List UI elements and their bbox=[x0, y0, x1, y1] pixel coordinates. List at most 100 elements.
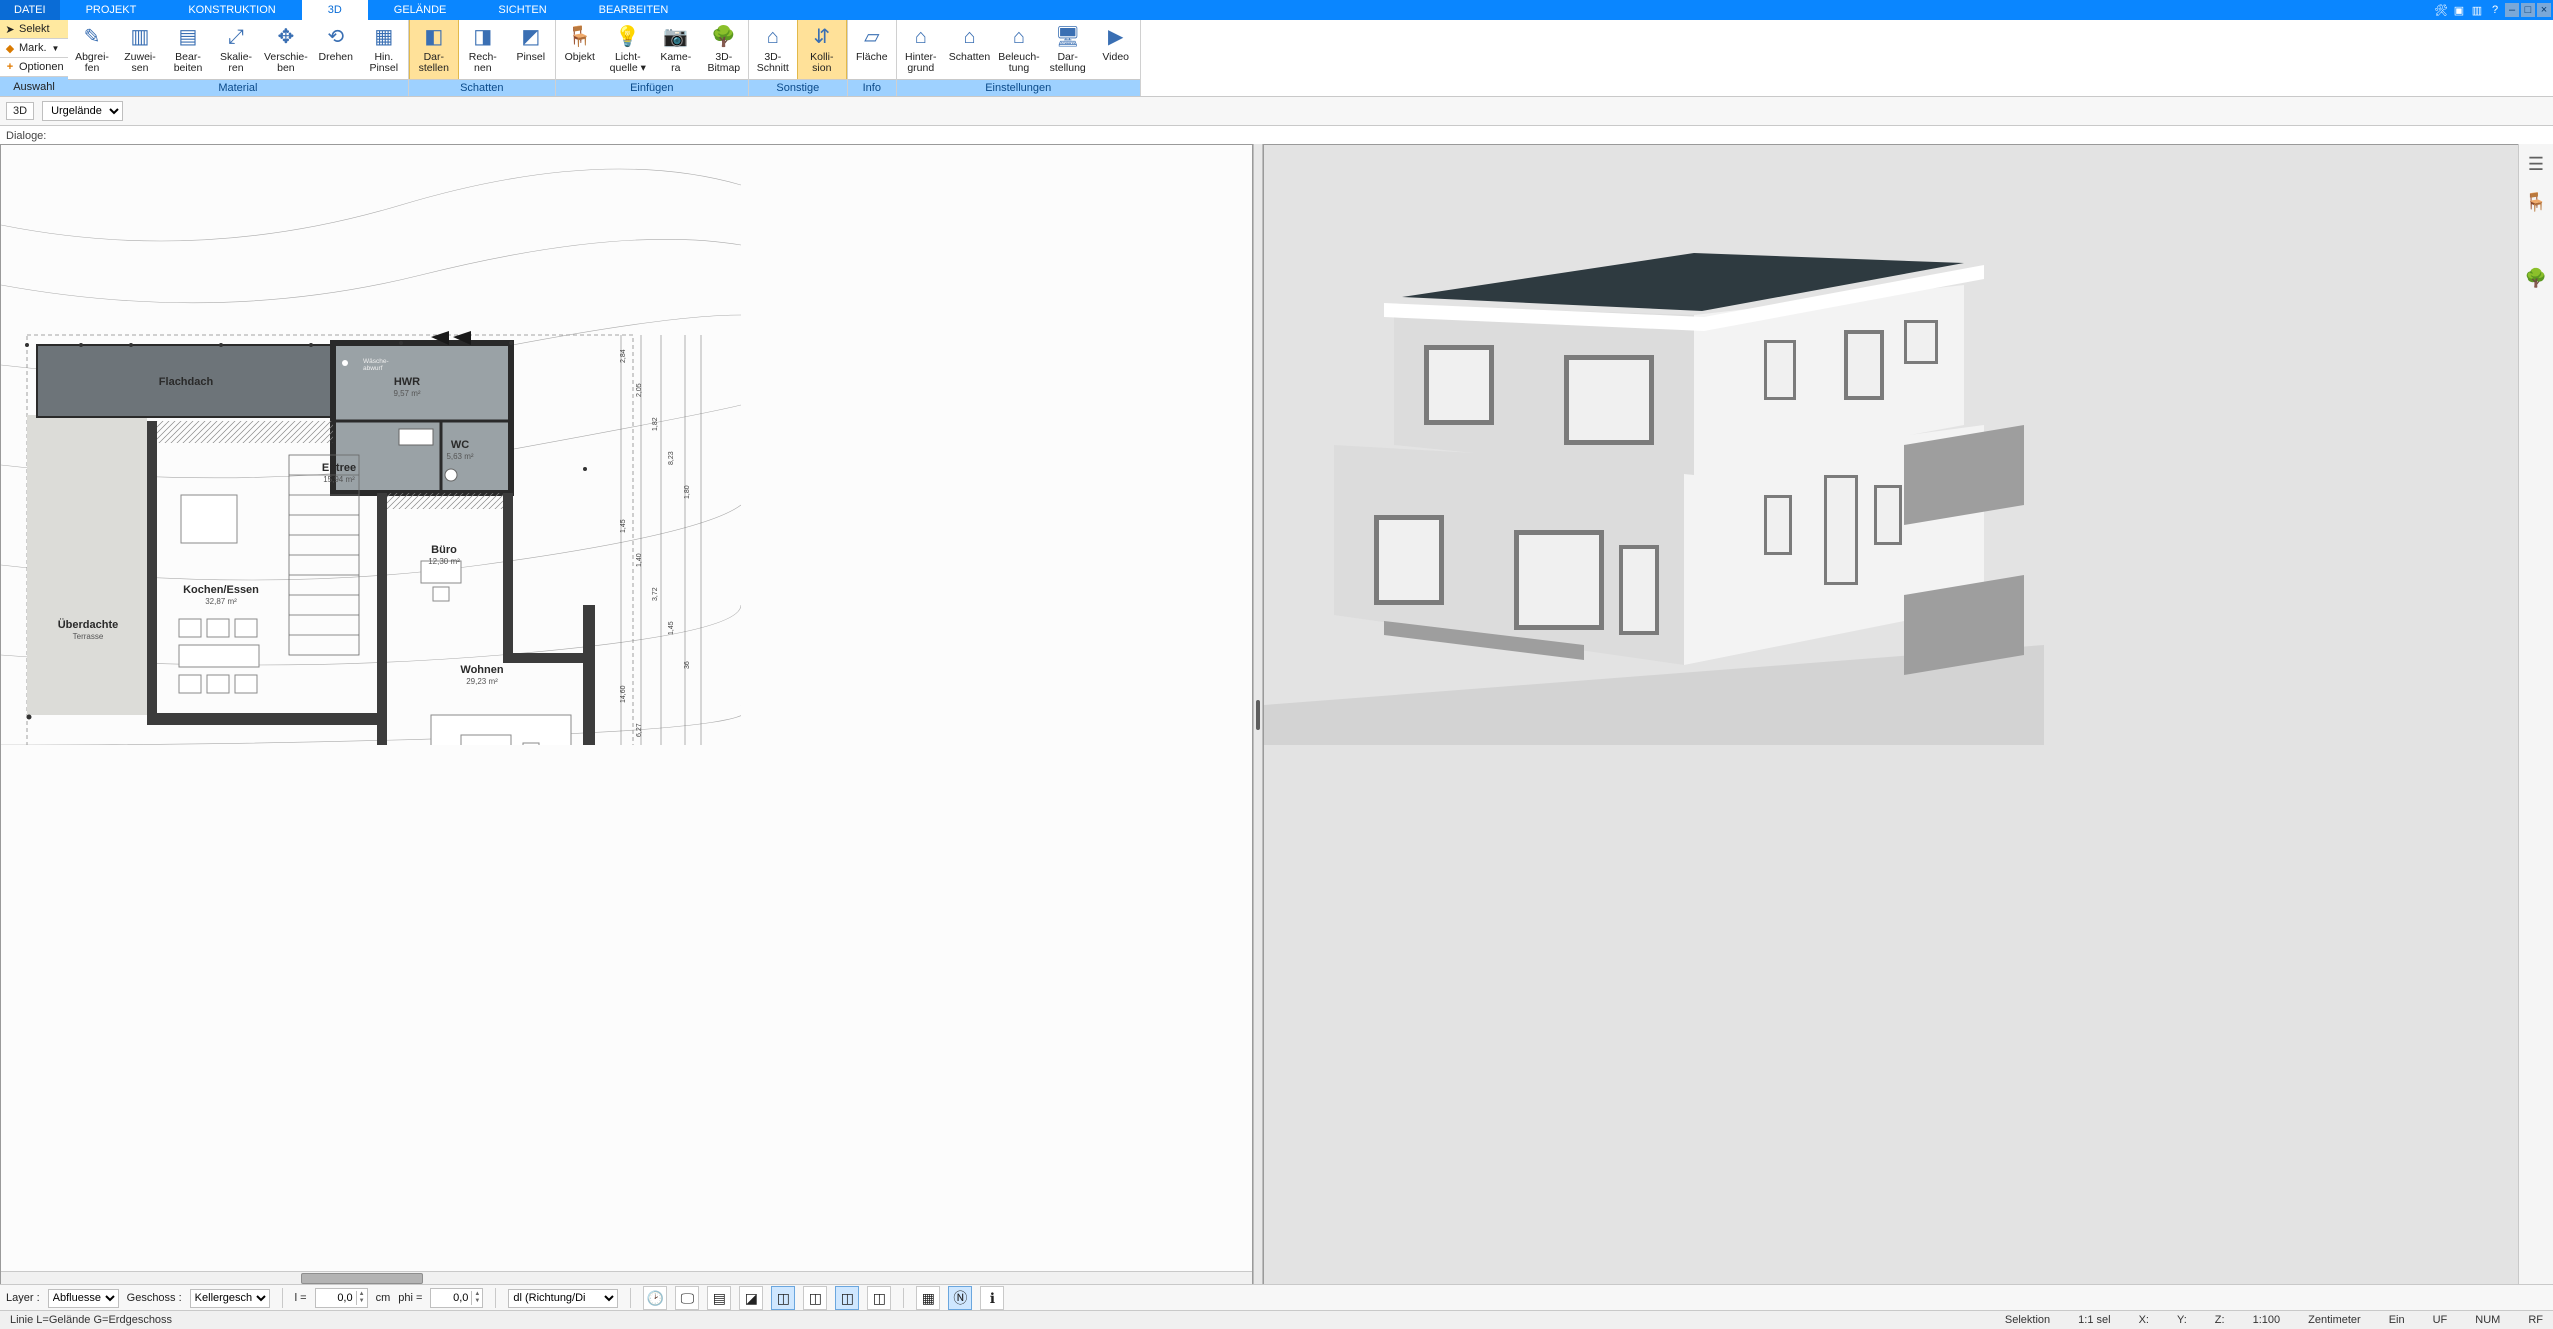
ribbon-label: Pinsel bbox=[369, 63, 398, 74]
layer-toggle-3[interactable]: ◫ bbox=[835, 1286, 859, 1310]
ribbon-kollision-button[interactable]: ⇵Kolli-sion bbox=[797, 20, 847, 79]
menu-projekt[interactable]: PROJEKT bbox=[60, 0, 163, 20]
color-swatch-icon[interactable] bbox=[2524, 228, 2548, 252]
ribbon-zuweisen-button[interactable]: ▥Zuwei-sen bbox=[116, 20, 164, 79]
ribbon-schnitt3d-button[interactable]: ⌂3D-Schnitt bbox=[749, 20, 797, 79]
ribbon-hintergrund-button[interactable]: ⌂Hinter-grund bbox=[897, 20, 945, 79]
layer-toggle-4[interactable]: ◫ bbox=[867, 1286, 891, 1310]
main-area: Wäsche- abwurf bbox=[0, 144, 2553, 1285]
layers-icon[interactable]: ☰ bbox=[2524, 152, 2548, 176]
maximize-button[interactable]: □ bbox=[2521, 3, 2535, 17]
tools-icon[interactable]: 🛠 bbox=[2433, 2, 2449, 18]
ribbon-label: ra bbox=[671, 63, 680, 74]
rechnen-icon: ◨ bbox=[473, 22, 492, 52]
chair-icon[interactable]: 🪑 bbox=[2524, 190, 2548, 214]
render-pane[interactable] bbox=[1263, 144, 2553, 1285]
north-icon[interactable]: Ⓝ bbox=[948, 1286, 972, 1310]
len-input[interactable]: ▲▼ bbox=[315, 1288, 368, 1308]
dim-text: 1,80 bbox=[684, 485, 691, 499]
ribbon-objekt-button[interactable]: 🪑Objekt bbox=[556, 20, 604, 79]
tag-icon: ◆ bbox=[4, 42, 16, 55]
geschoss-select[interactable]: Kellergesch bbox=[190, 1289, 270, 1308]
dim-text: 1,45 bbox=[620, 519, 627, 533]
darstellung-icon: 🖥 bbox=[1055, 22, 1080, 52]
room-label-wc: WC bbox=[451, 439, 469, 451]
plan-hscroll-thumb[interactable] bbox=[301, 1273, 423, 1284]
monitor-icon[interactable]: 🖵 bbox=[675, 1286, 699, 1310]
selekt-button[interactable]: ➤ Selekt bbox=[0, 20, 68, 39]
status-left: Linie L=Gelände G=Erdgeschoss bbox=[4, 1314, 178, 1326]
ribbon-group-material: ✎Abgrei-fen▥Zuwei-sen▤Bear-beiten⤢Skalie… bbox=[68, 20, 409, 96]
ribbon-skalieren-button[interactable]: ⤢Skalie-ren bbox=[212, 20, 260, 79]
room-label-buero: Büro bbox=[431, 544, 457, 556]
menu-sichten[interactable]: SICHTEN bbox=[472, 0, 572, 20]
selekt-label: Selekt bbox=[19, 23, 50, 35]
minimize-button[interactable]: – bbox=[2505, 3, 2519, 17]
terrain-select[interactable]: Urgelände bbox=[42, 101, 123, 121]
ribbon-video-button[interactable]: ▶Video bbox=[1092, 20, 1140, 79]
ribbon-verschieben-button[interactable]: ✥Verschie-ben bbox=[260, 20, 312, 79]
len-label: l = bbox=[295, 1292, 307, 1304]
ribbon-bitmap3d-button[interactable]: 🌳3D-Bitmap bbox=[700, 20, 748, 79]
dim-text: 2,05 bbox=[636, 383, 643, 397]
menu-bearbeiten[interactable]: BEARBEITEN bbox=[573, 0, 695, 20]
clock-icon[interactable]: 🕑 bbox=[643, 1286, 667, 1310]
ribbon-beleuchtung-button[interactable]: ⌂Beleuch-tung bbox=[994, 20, 1043, 79]
ribbon-group-info: ▱FlächeInfo bbox=[848, 20, 897, 96]
bitmap3d-icon: 🌳 bbox=[711, 22, 736, 52]
ribbon-flaeche-button[interactable]: ▱Fläche bbox=[848, 20, 896, 79]
dim-text: 14,60 bbox=[620, 685, 627, 703]
plan-pane[interactable]: Wäsche- abwurf bbox=[0, 144, 1253, 1285]
close-button[interactable]: × bbox=[2537, 3, 2551, 17]
ribbon-bearbeiten-button[interactable]: ▤Bear-beiten bbox=[164, 20, 212, 79]
help-icon[interactable]: ? bbox=[2487, 2, 2503, 18]
room-area-entree: 15,94 m² bbox=[323, 475, 355, 484]
mode-chip[interactable]: 3D bbox=[6, 102, 34, 120]
dialogs-label: Dialoge: bbox=[6, 130, 46, 142]
system-buttons: 🛠 ▣ ▥ ? – □ × bbox=[2433, 0, 2553, 20]
layer-toggle-2[interactable]: ◫ bbox=[803, 1286, 827, 1310]
dl-select[interactable]: dl (Richtung/Di bbox=[508, 1289, 618, 1308]
hinpinsel-icon: ▦ bbox=[374, 22, 393, 52]
ribbon-pinsel-button[interactable]: ◩Pinsel bbox=[507, 20, 555, 79]
cube-icon[interactable]: ◪ bbox=[739, 1286, 763, 1310]
ribbon-abgreifen-button[interactable]: ✎Abgrei-fen bbox=[68, 20, 116, 79]
folder-icon[interactable]: ▥ bbox=[2469, 2, 2485, 18]
verschieben-icon: ✥ bbox=[278, 22, 295, 52]
optionen-button[interactable]: + Optionen bbox=[0, 58, 68, 77]
room-label-kochen: Kochen/Essen bbox=[183, 584, 259, 596]
menu-datei[interactable]: DATEI bbox=[0, 0, 60, 20]
stack-icon[interactable]: ▤ bbox=[707, 1286, 731, 1310]
layer-select[interactable]: Abfluesse bbox=[48, 1289, 119, 1308]
menu-3d[interactable]: 3D bbox=[302, 0, 368, 20]
ribbon-schatten2-button[interactable]: ⌂Schatten bbox=[945, 20, 994, 79]
ribbon-label: beiten bbox=[174, 63, 203, 74]
layer-toggle-1[interactable]: ◫ bbox=[771, 1286, 795, 1310]
ribbon-drehen-button[interactable]: ⟲Drehen bbox=[312, 20, 360, 79]
dim-text: 2,84 bbox=[620, 349, 627, 363]
ribbon-label: ben bbox=[277, 63, 295, 74]
ribbon-lichtquelle-button[interactable]: 💡Licht-quelle ▾ bbox=[604, 20, 652, 79]
phi-input[interactable]: ▲▼ bbox=[430, 1288, 483, 1308]
ribbon-darstellung-button[interactable]: 🖥Dar-stellung bbox=[1044, 20, 1092, 79]
info-icon[interactable]: ℹ bbox=[980, 1286, 1004, 1310]
ribbon-hinpinsel-button[interactable]: ▦Hin.Pinsel bbox=[360, 20, 408, 79]
menu-gelaende[interactable]: GELÄNDE bbox=[368, 0, 473, 20]
status-y: Y: bbox=[2171, 1314, 2193, 1326]
hintergrund-icon: ⌂ bbox=[915, 22, 927, 52]
splitter[interactable] bbox=[1253, 144, 1263, 1285]
grid-icon[interactable]: ▦ bbox=[916, 1286, 940, 1310]
phi-label: phi = bbox=[398, 1292, 422, 1304]
room-area-kochen: 32,87 m² bbox=[205, 597, 237, 606]
ribbon-darstellen-button[interactable]: ◧Dar-stellen bbox=[409, 20, 459, 79]
auswahl-group-label: Auswahl bbox=[0, 77, 68, 96]
status-uf: UF bbox=[2427, 1314, 2454, 1326]
drehen-icon: ⟲ bbox=[327, 22, 344, 52]
menu-konstruktion[interactable]: KONSTRUKTION bbox=[162, 0, 301, 20]
mark-button[interactable]: ◆ Mark. ▼ bbox=[0, 39, 68, 58]
tree-icon[interactable]: 🌳 bbox=[2524, 266, 2548, 290]
plan-hscroll[interactable] bbox=[1, 1271, 1252, 1284]
box-icon[interactable]: ▣ bbox=[2451, 2, 2467, 18]
ribbon-rechnen-button[interactable]: ◨Rech-nen bbox=[459, 20, 507, 79]
ribbon-kamera-button[interactable]: 📷Kame-ra bbox=[652, 20, 700, 79]
